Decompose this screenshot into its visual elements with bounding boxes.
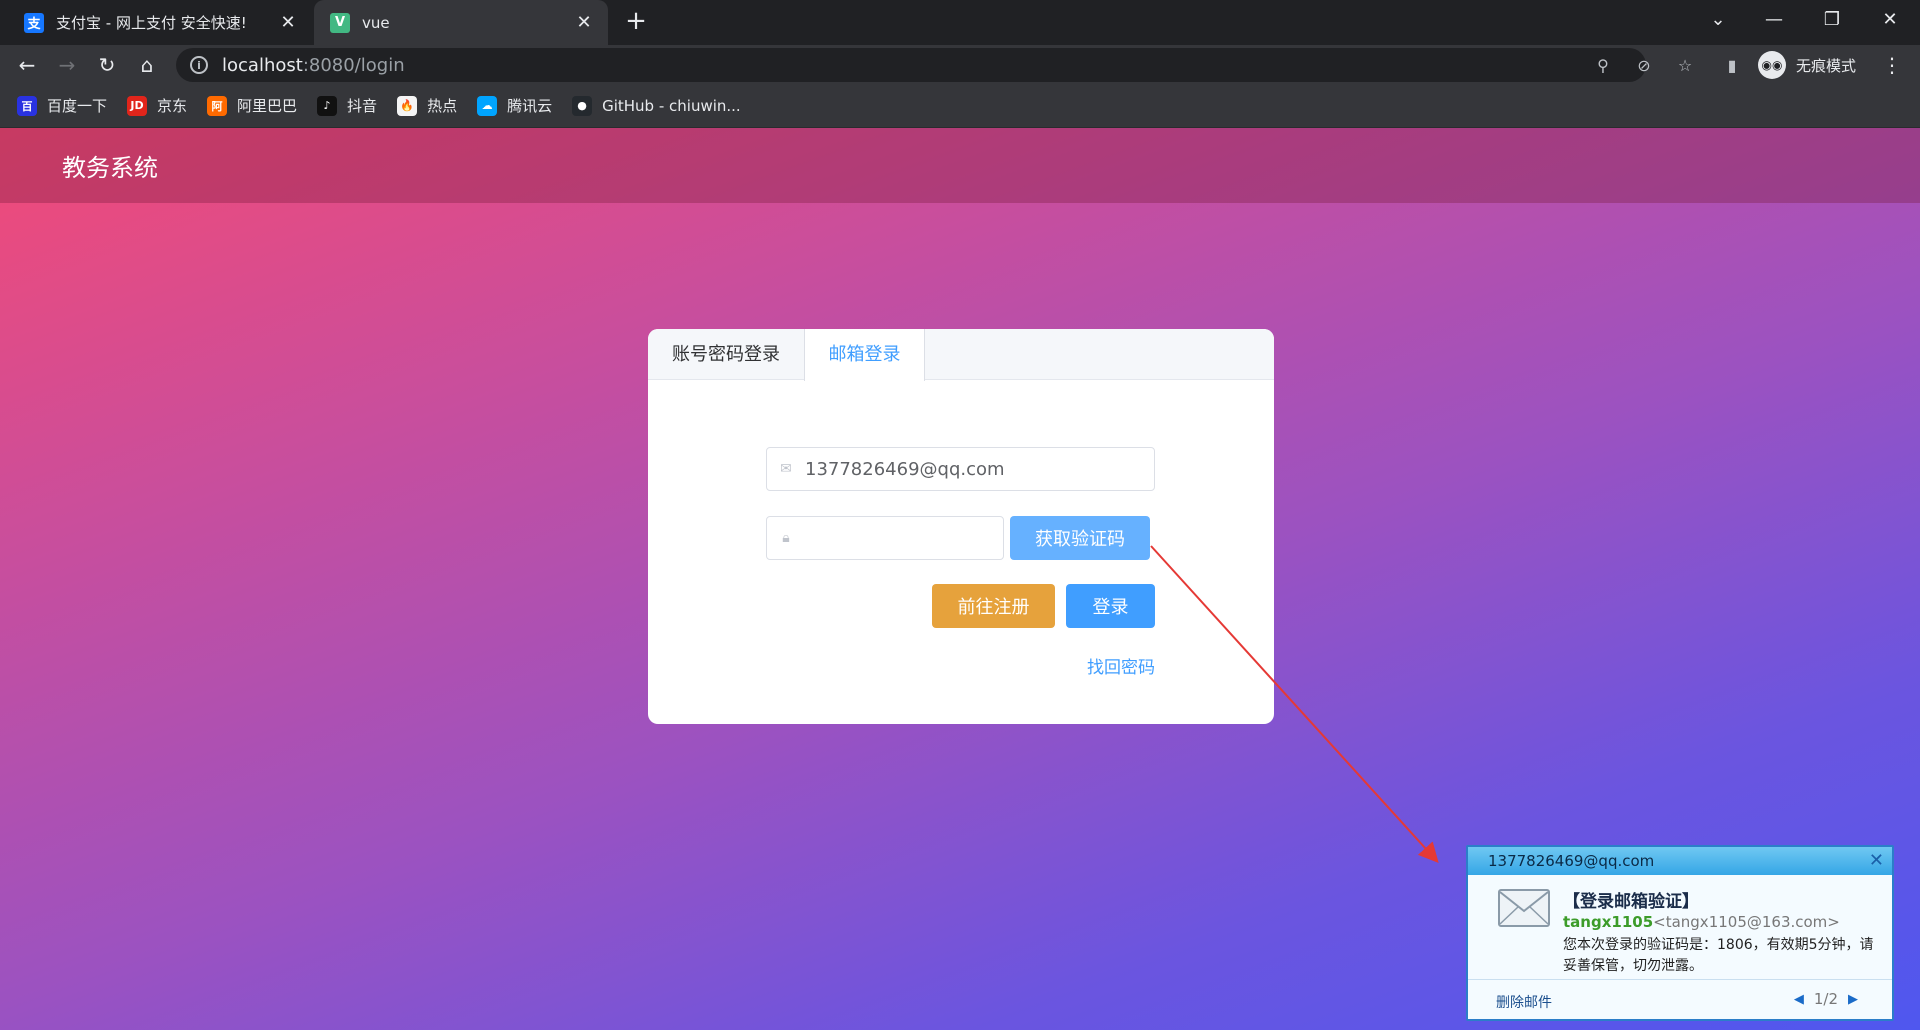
prev-icon[interactable]: ◀ — [1794, 992, 1804, 1007]
window-close-icon[interactable]: ✕ — [1862, 0, 1918, 38]
app-brand: 教务系统 — [62, 154, 158, 182]
page-background: 教务系统 账号密码登录 邮箱登录 ✉ 1377826469@qq.com 🔒︎ … — [0, 128, 1920, 1030]
notification-footer: 删除邮件 ◀ 1/2 ▶ — [1468, 979, 1892, 1019]
login-button[interactable]: 登录 — [1066, 584, 1155, 628]
bookmark-label: 抖音 — [347, 97, 378, 115]
email-value: 1377826469@qq.com — [805, 458, 1005, 480]
get-code-button[interactable]: 获取验证码 — [1010, 516, 1150, 560]
next-icon[interactable]: ▶ — [1848, 992, 1858, 1007]
verification-code-field[interactable]: 🔒︎ — [766, 516, 1004, 560]
cloud-icon: ☁ — [477, 95, 498, 116]
lock-icon: 🔒︎ — [782, 530, 790, 546]
login-tabs: 账号密码登录 邮箱登录 — [648, 329, 1274, 381]
incognito-icon: ◉◉ — [1758, 51, 1786, 79]
bookmark-label: 京东 — [157, 97, 188, 115]
tab-close-icon[interactable]: ✕ — [572, 11, 596, 35]
douyin-icon: ♪ — [317, 95, 338, 116]
mail-sender: tangx1105<tangx1105@163.com> — [1563, 913, 1840, 931]
bookmark-label: GitHub - chiuwin... — [602, 96, 741, 115]
sender-address: <tangx1105@163.com> — [1653, 913, 1840, 931]
bookmarks-bar: 百 百度一下 JD 京东 阿 阿里巴巴 ♪ 抖音 🔥 热点 ☁ 腾讯云 ● Gi… — [0, 84, 1920, 128]
bookmark-baidu[interactable]: 百 百度一下 — [17, 95, 107, 116]
tab-password-login[interactable]: 账号密码登录 — [648, 329, 804, 380]
bookmark-label: 热点 — [427, 97, 458, 115]
browser-menu-icon[interactable]: ⋮ — [1882, 53, 1902, 77]
tab-close-icon[interactable]: ✕ — [276, 11, 300, 35]
reload-icon[interactable]: ↻ — [91, 49, 123, 81]
login-card: 账号密码登录 邮箱登录 ✉ 1377826469@qq.com 🔒︎ 获取验证码… — [648, 329, 1274, 724]
incognito-label: 无痕模式 — [1796, 56, 1857, 75]
envelope-icon — [1498, 889, 1550, 927]
mail-icon: ✉ — [780, 461, 792, 477]
browser-tab-alipay[interactable]: 支 支付宝 - 网上支付 安全快速! ✕ — [8, 0, 312, 45]
home-icon[interactable]: ⌂ — [131, 49, 163, 81]
bookmark-star-icon[interactable]: ☆ — [1673, 53, 1697, 77]
app-header: 教务系统 — [0, 128, 1920, 203]
bookmark-jd[interactable]: JD 京东 — [127, 95, 187, 116]
baidu-icon: 百 — [17, 95, 37, 116]
mail-body: 您本次登录的验证码是：1806，有效期5分钟，请妥善保管，切勿泄露。 — [1563, 937, 1874, 974]
side-panel-icon[interactable]: ▮ — [1720, 53, 1744, 77]
restore-icon[interactable]: ❐ — [1804, 0, 1860, 38]
location-icon[interactable]: ⚲ — [1591, 53, 1615, 77]
bookmark-tencent-cloud[interactable]: ☁ 腾讯云 — [477, 95, 552, 116]
delete-mail-link[interactable]: 删除邮件 — [1496, 992, 1552, 1012]
pager-text: 1/2 — [1813, 990, 1838, 1008]
browser-tabstrip: 支 支付宝 - 网上支付 安全快速! ✕ V vue ✕ + ⌄ — ❐ ✕ — [0, 0, 1920, 45]
bookmark-github[interactable]: ● GitHub - chiuwin... — [572, 95, 741, 116]
alibaba-icon: 阿 — [207, 95, 228, 116]
back-icon[interactable]: ← — [11, 49, 43, 81]
bookmark-alibaba[interactable]: 阿 阿里巴巴 — [207, 95, 297, 116]
new-tab-icon[interactable]: + — [622, 8, 650, 36]
address-bar[interactable]: i localhost:8080/login — [176, 48, 1646, 82]
sender-name: tangx1105 — [1563, 913, 1654, 931]
address-url: localhost:8080/login — [222, 54, 405, 76]
tracking-blocked-icon[interactable]: ⊘ — [1632, 53, 1656, 77]
flame-icon: 🔥 — [397, 95, 418, 116]
bookmark-douyin[interactable]: ♪ 抖音 — [317, 95, 377, 116]
site-info-icon[interactable]: i — [190, 56, 208, 74]
browser-toolbar: ← → ↻ ⌂ i localhost:8080/login ⚲ ⊘ ☆ ▮ ◉… — [0, 45, 1920, 84]
bookmark-label: 百度一下 — [47, 97, 108, 115]
github-icon: ● — [572, 95, 593, 116]
forward-icon[interactable]: → — [51, 49, 83, 81]
tab-search-icon[interactable]: ⌄ — [1690, 0, 1746, 38]
bookmark-hotspot[interactable]: 🔥 热点 — [397, 95, 457, 116]
notification-header: 1377826469@qq.com ✕ — [1468, 847, 1892, 875]
mail-subject[interactable]: 【登录邮箱验证】 — [1563, 887, 1699, 912]
tab-title: vue — [362, 13, 390, 32]
mail-pager: ◀ 1/2 ▶ — [1784, 990, 1868, 1008]
close-icon[interactable]: ✕ — [1869, 850, 1884, 871]
minimize-icon[interactable]: — — [1746, 0, 1802, 38]
tab-email-login[interactable]: 邮箱登录 — [804, 329, 925, 381]
mail-notification[interactable]: 1377826469@qq.com ✕ 【登录邮箱验证】 tangx1105<t… — [1466, 845, 1894, 1021]
forgot-password-link[interactable]: 找回密码 — [1083, 653, 1155, 678]
tab-title: 支付宝 - 网上支付 安全快速! — [56, 14, 247, 32]
jd-icon: JD — [127, 95, 148, 116]
incognito-indicator[interactable]: ◉◉ 无痕模式 — [1758, 49, 1856, 81]
register-button[interactable]: 前往注册 — [932, 584, 1055, 628]
alipay-icon: 支 — [24, 12, 44, 33]
vue-icon: V — [330, 12, 350, 33]
browser-tab-vue[interactable]: V vue ✕ — [314, 0, 608, 45]
bookmark-label: 腾讯云 — [507, 97, 553, 115]
email-field[interactable]: ✉ 1377826469@qq.com — [766, 447, 1155, 491]
notification-account: 1377826469@qq.com — [1488, 852, 1655, 870]
bookmark-label: 阿里巴巴 — [237, 97, 298, 115]
